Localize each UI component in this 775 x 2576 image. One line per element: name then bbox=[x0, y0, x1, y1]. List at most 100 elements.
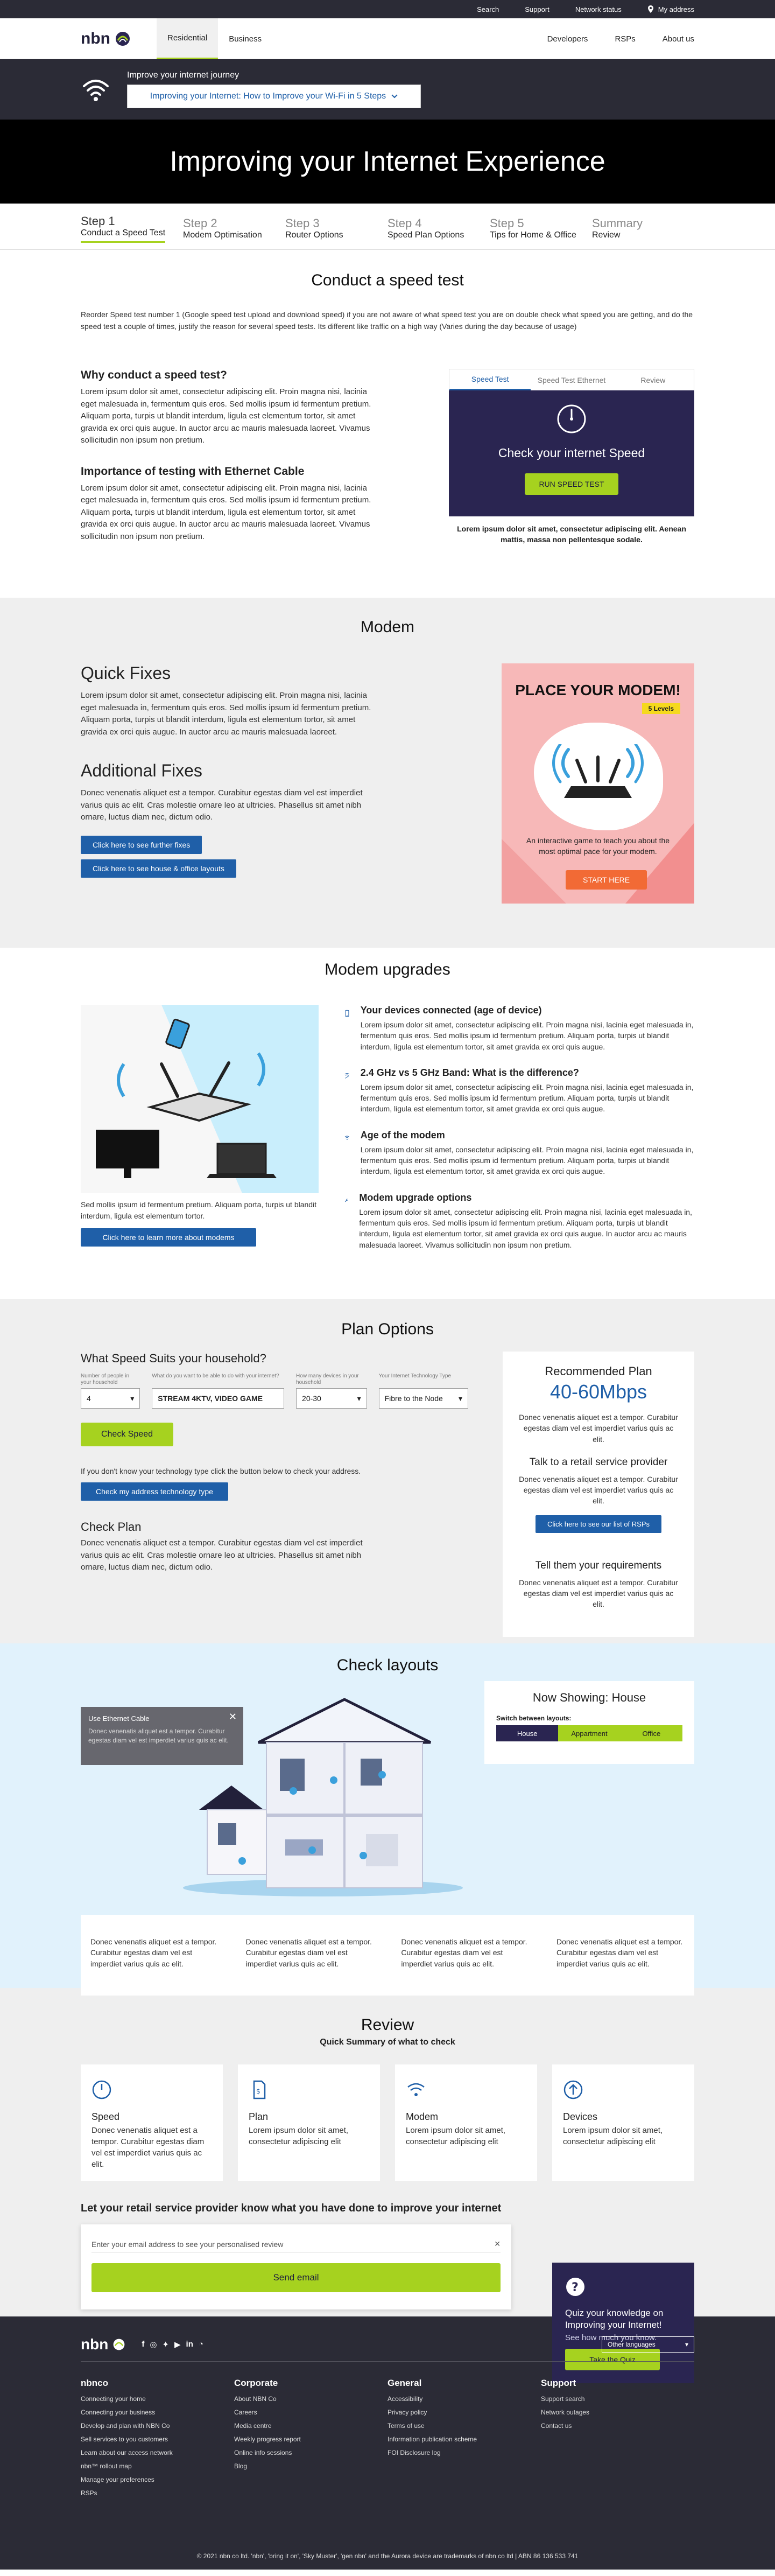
clear-icon[interactable]: ✕ bbox=[494, 2239, 501, 2249]
footer-link[interactable]: Information publication scheme bbox=[388, 2435, 541, 2443]
linkedin-icon[interactable]: in bbox=[186, 2340, 193, 2349]
check-speed-button[interactable]: Check Speed bbox=[81, 1423, 173, 1446]
footer-link[interactable]: Careers bbox=[234, 2409, 388, 2416]
footer-link[interactable]: RSPs bbox=[81, 2489, 234, 2497]
review-card-text: Donec venenatis aliquet est a tempor. Cu… bbox=[91, 2126, 205, 2169]
layouts-button[interactable]: Click here to see house & office layouts bbox=[81, 859, 236, 878]
twitter-icon[interactable]: ✦ bbox=[162, 2340, 169, 2349]
tab-review[interactable]: Review bbox=[612, 369, 694, 390]
quick-fixes-text: Lorem ipsum dolor sit amet, consectetur … bbox=[81, 691, 371, 737]
util-search-link[interactable]: Search bbox=[477, 5, 499, 13]
upgrade-item: Your devices connected (age of device) Lo… bbox=[344, 1005, 694, 1052]
footer-link[interactable]: Develop and plan with NBN Co bbox=[81, 2422, 234, 2430]
rss-icon[interactable]: ◔ bbox=[199, 2340, 203, 2349]
step-navigation: Step 1 Conduct a Speed Test Step 2 Modem O… bbox=[0, 207, 775, 250]
nbn-logo[interactable]: nbn bbox=[81, 30, 132, 48]
tab-speed-test-ethernet[interactable]: Speed Test Ethernet bbox=[531, 369, 612, 390]
email-review-card: Enter your email address to see your per… bbox=[81, 2224, 511, 2309]
section-title: Review bbox=[361, 2016, 414, 2034]
copyright: © 2021 nbn co ltd. 'nbn', 'bring it on',… bbox=[196, 2552, 579, 2560]
upgrade-text: Lorem ipsum dolor sit amet, consectetur … bbox=[360, 1082, 694, 1114]
review-card-text: Lorem ipsum dolor sit amet, consectetur … bbox=[406, 2126, 506, 2146]
footer-link[interactable]: Network outages bbox=[541, 2409, 694, 2416]
footer-link[interactable]: Connecting your home bbox=[81, 2395, 234, 2403]
layout-card-text: Donec venenatis aliquet est a tempor. Cu… bbox=[90, 1937, 217, 1968]
footer-link[interactable]: Accessibility bbox=[388, 2395, 541, 2403]
household-size-field[interactable]: Number of people in your household 4 ▾ bbox=[81, 1373, 140, 1409]
step-name: Router Options bbox=[285, 230, 343, 240]
footer-link[interactable]: Blog bbox=[234, 2462, 388, 2470]
footer-link[interactable]: Privacy policy bbox=[388, 2409, 541, 2416]
upgrade-item: Modem upgrade options Lorem ipsum dolor s… bbox=[344, 1192, 694, 1250]
step-5[interactable]: Step 5 Tips for Home & Office bbox=[490, 216, 592, 240]
nav-tab-residential[interactable]: Residential bbox=[156, 18, 219, 59]
my-address-label: My address bbox=[658, 5, 694, 13]
nav-link-rsps[interactable]: RSPs bbox=[615, 34, 635, 44]
footer-col-title: General bbox=[388, 2378, 422, 2388]
nav-tab-business[interactable]: Business bbox=[218, 18, 272, 59]
footer-link[interactable]: nbn™ rollout map bbox=[81, 2462, 234, 2470]
layout-option-office[interactable]: Office bbox=[620, 1725, 682, 1741]
step-name: Tips for Home & Office bbox=[490, 230, 576, 240]
quick-fixes-heading: Quick Fixes bbox=[81, 663, 171, 683]
nav-link-developers[interactable]: Developers bbox=[547, 34, 588, 44]
tab-speed-test[interactable]: Speed Test bbox=[449, 369, 531, 391]
footer-link[interactable]: Media centre bbox=[234, 2422, 388, 2430]
util-network-status-link[interactable]: Network status bbox=[575, 5, 622, 13]
facebook-icon[interactable]: f bbox=[142, 2340, 144, 2349]
util-my-address-link[interactable]: My address bbox=[647, 5, 694, 13]
layout-card-text: Donec venenatis aliquet est a tempor. Cu… bbox=[245, 1937, 372, 1968]
layout-option-house[interactable]: House bbox=[496, 1725, 559, 1741]
logo-text: nbn bbox=[81, 2335, 109, 2353]
field-value: STREAM 4KTV, VIDEO GAME bbox=[158, 1394, 263, 1403]
footer-link[interactable]: Terms of use bbox=[388, 2422, 541, 2430]
close-icon[interactable]: ✕ bbox=[229, 1711, 237, 1723]
step-3[interactable]: Step 3 Router Options bbox=[285, 216, 388, 240]
youtube-icon[interactable]: ▶ bbox=[174, 2340, 181, 2349]
see-rsps-button[interactable]: Click here to see our list of RSPs bbox=[535, 1515, 662, 1533]
layout-option-appartment[interactable]: Appartment bbox=[558, 1725, 621, 1741]
footer-link[interactable]: FOI Disclosure log bbox=[388, 2449, 541, 2456]
footer-logo[interactable]: nbn bbox=[81, 2336, 126, 2353]
technology-type-field[interactable]: Your Internet Technology Type Fibre to th… bbox=[378, 1373, 469, 1409]
check-address-button[interactable]: Check my address technology type bbox=[81, 1482, 228, 1501]
footer-link[interactable]: Connecting your business bbox=[81, 2409, 234, 2416]
ethernet-tooltip: ✕ Use Ethernet Cable Donec venenatis ali… bbox=[81, 1707, 243, 1765]
journey-select[interactable]: Improving your Internet: How to Improve … bbox=[127, 85, 421, 108]
footer-link[interactable]: Online info sessions bbox=[234, 2449, 388, 2456]
site-footer: nbn f ◎ ✦ ▶ in ◔ Other languages ▾ nbnco… bbox=[0, 2316, 775, 2570]
field-value: 20-30 bbox=[302, 1394, 321, 1403]
review-card-title: Devices bbox=[563, 2111, 598, 2122]
email-placeholder: Enter your email address to see your per… bbox=[91, 2239, 284, 2249]
email-input[interactable]: Enter your email address to see your per… bbox=[91, 2236, 501, 2252]
speed-test-widget: Speed Test Speed Test Ethernet Review Ch… bbox=[449, 369, 694, 545]
footer-col-title: nbnco bbox=[81, 2378, 108, 2388]
usage-field[interactable]: What do you want to be able to do with y… bbox=[152, 1373, 285, 1409]
other-languages-select[interactable]: Other languages ▾ bbox=[602, 2336, 694, 2353]
step-2[interactable]: Step 2 Modem Optimisation bbox=[183, 216, 285, 240]
learn-about-modems-button[interactable]: Click here to learn more about modems bbox=[81, 1228, 256, 1247]
step-4[interactable]: Step 4 Speed Plan Options bbox=[388, 216, 490, 240]
footer-link[interactable]: Sell services to you customers bbox=[81, 2435, 234, 2443]
field-label: What do you want to be able to do with y… bbox=[152, 1373, 279, 1379]
recommended-plan-text: Donec venenatis aliquet est a tempor. Cu… bbox=[519, 1413, 678, 1444]
util-support-link[interactable]: Support bbox=[525, 5, 549, 13]
footer-link[interactable]: Learn about our access network bbox=[81, 2449, 234, 2456]
footer-link[interactable]: Manage your preferences bbox=[81, 2476, 234, 2483]
run-speed-test-button[interactable]: RUN SPEED TEST bbox=[525, 473, 618, 495]
instagram-icon[interactable]: ◎ bbox=[150, 2340, 157, 2349]
footer-link[interactable]: Contact us bbox=[541, 2422, 694, 2430]
further-fixes-button[interactable]: Click here to see further fixes bbox=[81, 835, 202, 854]
step-1[interactable]: Step 1 Conduct a Speed Test bbox=[81, 214, 183, 243]
start-here-button[interactable]: START HERE bbox=[566, 870, 647, 890]
device-count-field[interactable]: How many devices in your household 20-30 ▾ bbox=[296, 1373, 367, 1409]
ethernet-text: Lorem ipsum dolor sit amet, consectetur … bbox=[81, 483, 371, 541]
footer-link[interactable]: Weekly progress report bbox=[234, 2435, 388, 2443]
send-email-button[interactable]: Send email bbox=[91, 2263, 501, 2292]
review-card-devices: Devices Lorem ipsum dolor sit amet, cons… bbox=[552, 2064, 694, 2181]
step-summary[interactable]: Summary Review bbox=[592, 216, 694, 240]
journey-selected-value: Improving your Internet: How to Improve … bbox=[150, 92, 386, 101]
footer-link[interactable]: Support search bbox=[541, 2395, 694, 2403]
footer-link[interactable]: About NBN Co bbox=[234, 2395, 388, 2403]
nav-link-about-us[interactable]: About us bbox=[663, 34, 694, 44]
